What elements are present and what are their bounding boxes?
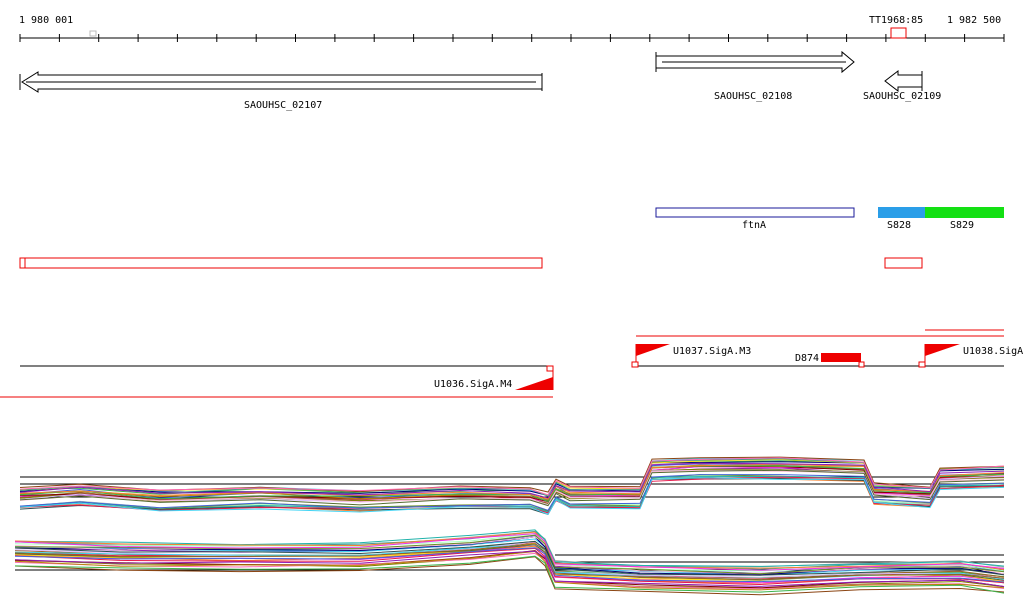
coordinate-ruler: 1 980 001 1 982 500 TT1968:85: [19, 15, 1005, 42]
gene-arrow-saouhsc-02109[interactable]: SAOUHSC_02109: [863, 69, 941, 102]
expression-profile-upper: [19, 456, 1005, 516]
segment-u1038-siga[interactable]: U1038.SigA: [918, 344, 1023, 368]
gene-arrow-saouhsc-02107[interactable]: SAOUHSC_02107: [19, 71, 543, 111]
gene-label-saouhsc-02107: SAOUHSC_02107: [244, 100, 322, 111]
segment-track: U1037.SigA.M3 D874 U1038.SigA U1036.SigA…: [0, 329, 1023, 398]
segment-label-u1036: U1036.SigA.M4: [434, 379, 512, 390]
gene-label-saouhsc-02108: SAOUHSC_02108: [714, 91, 792, 102]
feature-label-s829: S829: [950, 220, 974, 231]
gene-track: SAOUHSC_02107 SAOUHSC_02108 SAOUHSC_0210…: [19, 50, 941, 111]
feature-s828[interactable]: [878, 207, 925, 218]
genome-browser-view: 1 980 001 1 982 500 TT1968:85 SAOUHSC_02…: [0, 15, 1023, 596]
feature-label-s828: S828: [887, 220, 911, 231]
ruler-start-label: 1 980 001: [19, 15, 73, 26]
operon-box-left[interactable]: [19, 257, 543, 269]
operon-box-right[interactable]: [884, 257, 923, 269]
ruler-marker-label: TT1968:85: [869, 15, 923, 26]
operon-track: [19, 257, 923, 269]
ruler-marker-box[interactable]: [890, 27, 907, 39]
expression-profile-lower: [14, 529, 1005, 596]
segment-label-u1037: U1037.SigA.M3: [673, 346, 751, 357]
segment-d874[interactable]: D874: [795, 353, 865, 368]
segment-u1037-siga-m3[interactable]: U1037.SigA.M3: [631, 344, 751, 368]
ruler-small-box: [89, 30, 97, 37]
gene-arrow-saouhsc-02108[interactable]: SAOUHSC_02108: [655, 50, 855, 102]
segment-label-u1038: U1038.SigA: [963, 346, 1023, 357]
feature-track: ftnA S828 S829: [655, 207, 1004, 231]
segment-u1036-siga-m4[interactable]: U1036.SigA.M4: [434, 365, 554, 390]
gene-label-saouhsc-02109: SAOUHSC_02109: [863, 91, 941, 102]
feature-ftna[interactable]: [655, 207, 855, 218]
ruler-end-label: 1 982 500: [947, 15, 1001, 26]
feature-label-ftna: ftnA: [742, 220, 766, 231]
feature-s829[interactable]: [925, 207, 1004, 218]
segment-label-d874: D874: [795, 353, 819, 364]
